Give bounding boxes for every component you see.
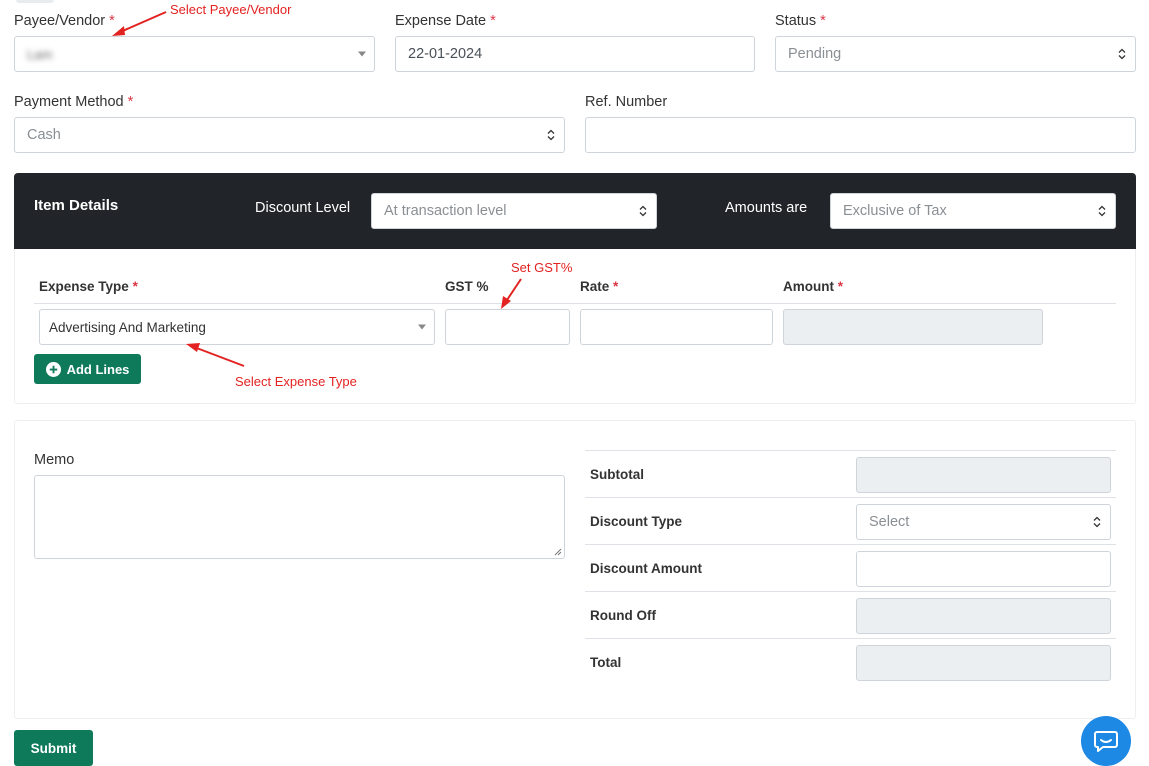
chat-button[interactable]: [1081, 716, 1131, 766]
chevron-down-icon: [358, 51, 366, 57]
payment-method-value: Cash: [27, 127, 61, 143]
expense-date-input[interactable]: 22-01-2024: [395, 36, 755, 72]
amounts-are-label: Amounts are: [725, 200, 808, 216]
payee-label: Payee/Vendor *: [14, 13, 115, 29]
status-label: Status *: [775, 13, 826, 29]
updown-caret-icon: [1118, 48, 1126, 60]
round-off-row: Round Off: [585, 591, 1116, 638]
discount-level-label: Discount Level: [255, 200, 351, 216]
plus-circle-icon: [45, 361, 61, 377]
col-amount: Amount *: [783, 279, 844, 294]
total-row: Total: [585, 638, 1116, 685]
payment-method-label: Payment Method *: [14, 94, 134, 110]
status-select[interactable]: Pending: [775, 36, 1136, 72]
status-value: Pending: [788, 46, 842, 62]
discount-amount-label: Discount Amount: [590, 561, 702, 576]
updown-caret-icon: [1093, 516, 1101, 528]
annotation-arrow-icon: [112, 11, 167, 36]
ref-number-input[interactable]: [585, 117, 1136, 153]
chat-bubble-icon: [1094, 731, 1118, 752]
memo-label: Memo: [34, 452, 75, 468]
discount-level-select[interactable]: At transaction level: [371, 193, 657, 229]
discount-type-value: Select: [869, 514, 910, 530]
col-gst: GST %: [445, 279, 489, 294]
round-off-input[interactable]: [856, 598, 1111, 634]
amounts-are-value: Exclusive of Tax: [843, 203, 947, 219]
chevron-down-icon: [418, 324, 426, 330]
add-lines-label: Add Lines: [66, 361, 130, 377]
rate-input[interactable]: [580, 309, 773, 345]
resize-handle-icon[interactable]: [553, 547, 562, 556]
subtotal-input[interactable]: [856, 457, 1111, 493]
ref-number-label: Ref. Number: [585, 94, 668, 110]
discount-amount-row: Discount Amount: [585, 544, 1116, 591]
updown-caret-icon: [547, 129, 555, 141]
table-header-divider: [34, 303, 1116, 304]
annotation-select-expense-type: Select Expense Type: [235, 374, 357, 389]
discount-type-label: Discount Type: [590, 514, 683, 529]
amounts-are-select[interactable]: Exclusive of Tax: [830, 193, 1116, 229]
annotation-arrow-icon: [501, 278, 522, 309]
payee-value: Lam: [27, 46, 53, 62]
total-input[interactable]: [856, 645, 1111, 681]
amount-input[interactable]: [783, 309, 1043, 345]
payee-select[interactable]: Lam: [14, 36, 375, 72]
subtotal-row: Subtotal: [585, 450, 1116, 497]
top-tab-stub: [16, 0, 54, 3]
round-off-label: Round Off: [590, 608, 656, 623]
annotation-select-payee: Select Payee/Vendor: [170, 2, 292, 17]
discount-level-value: At transaction level: [384, 203, 507, 219]
updown-caret-icon: [639, 205, 647, 217]
discount-type-row: Discount Type Select: [585, 497, 1116, 544]
annotation-arrow-icon: [186, 343, 245, 367]
submit-button[interactable]: Submit: [14, 730, 93, 766]
memo-textarea[interactable]: [34, 475, 565, 559]
updown-caret-icon: [1098, 205, 1106, 217]
discount-type-select[interactable]: Select: [856, 504, 1111, 540]
total-label: Total: [590, 655, 622, 670]
col-rate: Rate *: [580, 279, 619, 294]
col-expense-type: Expense Type *: [39, 279, 138, 294]
expense-date-value: 22-01-2024: [408, 46, 483, 62]
item-details-title: Item Details: [34, 197, 119, 214]
item-details-header: Item Details Discount Level At transacti…: [14, 173, 1136, 249]
add-lines-button[interactable]: Add Lines: [34, 354, 141, 384]
expense-type-value: Advertising And Marketing: [49, 319, 206, 335]
payment-method-select[interactable]: Cash: [14, 117, 565, 153]
annotation-set-gst: Set GST%: [511, 260, 573, 275]
expense-date-label: Expense Date *: [395, 13, 496, 29]
discount-amount-input[interactable]: [856, 551, 1111, 587]
gst-input[interactable]: [445, 309, 570, 345]
subtotal-label: Subtotal: [590, 467, 644, 482]
